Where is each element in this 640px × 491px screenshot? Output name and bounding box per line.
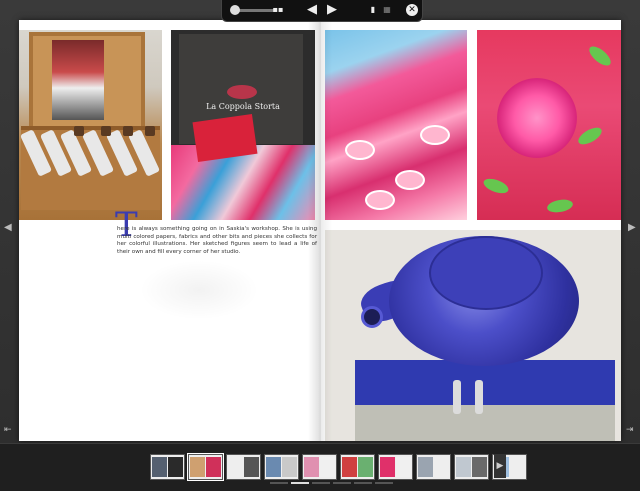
thumbnail-item[interactable]: [302, 454, 337, 480]
thumbnail-item[interactable]: [226, 454, 261, 480]
left-page[interactable]: La Coppola Storta T here is always somet…: [19, 20, 320, 441]
next-page-arrow-icon[interactable]: ▶: [628, 222, 636, 233]
single-page-icon[interactable]: ▮: [368, 2, 378, 18]
triangle-left-icon[interactable]: ◀: [304, 2, 320, 18]
close-icon[interactable]: ✕: [406, 4, 418, 16]
thumbnail-item[interactable]: [378, 454, 413, 480]
article-body: here is always something going on in Sas…: [117, 226, 317, 255]
thumbnail-item[interactable]: [150, 454, 185, 480]
zoom-slider-icon[interactable]: [230, 5, 240, 15]
thumbnail-item[interactable]: [416, 454, 451, 480]
thumbnail-item[interactable]: [264, 454, 299, 480]
page-indicator: [270, 482, 393, 484]
magazine-spread[interactable]: La Coppola Storta T here is always somet…: [19, 20, 621, 441]
photo-blue-teapot: [325, 230, 621, 441]
prev-page-arrow-icon[interactable]: ◀: [4, 222, 12, 233]
page-view-icon[interactable]: ▪▪: [272, 2, 284, 18]
first-page-icon[interactable]: ⇤: [4, 425, 12, 435]
grid-view-icon[interactable]: ▦: [380, 2, 394, 18]
page-gutter: [308, 20, 332, 441]
photo-floral-fabric: [477, 30, 621, 220]
photo-pink-fabric-papers: [325, 30, 467, 220]
page-indicator-dot[interactable]: [291, 482, 309, 484]
page-indicator-dot[interactable]: [333, 482, 351, 484]
photo-black-book: La Coppola Storta: [171, 30, 315, 220]
top-toolbar: ▪▪ ◀ ▶ ▮ ▦ ✕: [221, 0, 423, 22]
thumbnail-bar: ▶: [0, 443, 640, 491]
photo-wooden-paint-box: [19, 30, 162, 220]
page-indicator-dot[interactable]: [375, 482, 393, 484]
thumbnail-item[interactable]: [187, 453, 224, 481]
book-label: La Coppola Storta: [206, 102, 280, 111]
thumbnail-item[interactable]: [454, 454, 489, 480]
last-page-icon[interactable]: ⇥: [626, 425, 634, 435]
thumbnail-item[interactable]: [340, 454, 375, 480]
page-indicator-dot[interactable]: [270, 482, 288, 484]
thumbnail-strip: [150, 453, 527, 481]
thumbnail-next-icon[interactable]: ▶: [494, 454, 506, 478]
page-indicator-dot[interactable]: [354, 482, 372, 484]
page-indicator-dot[interactable]: [312, 482, 330, 484]
triangle-right-icon[interactable]: ▶: [324, 2, 340, 18]
